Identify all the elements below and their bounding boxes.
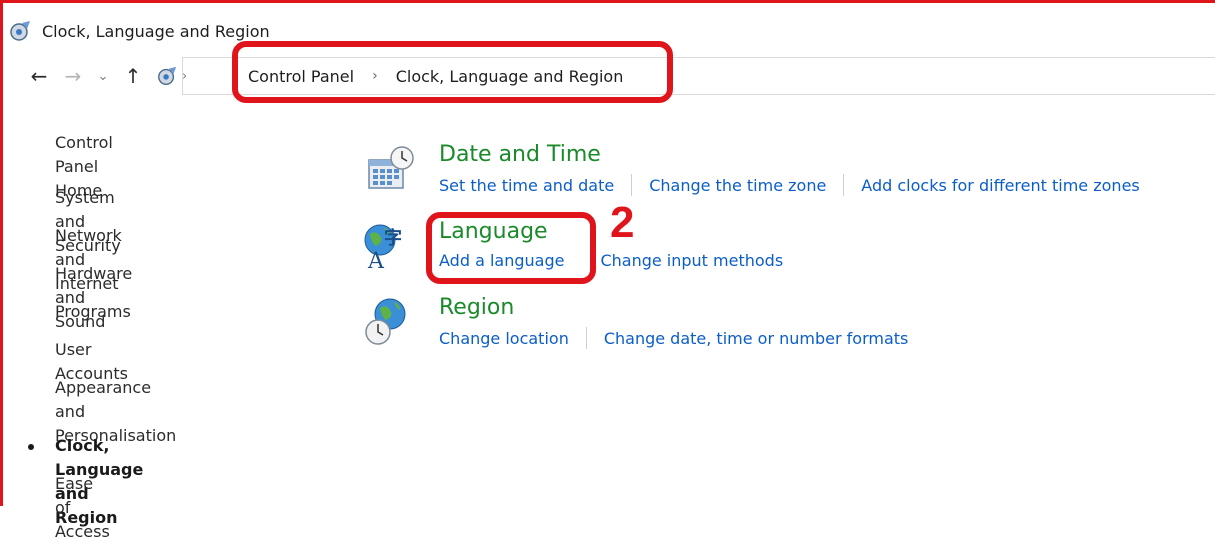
date-and-time-links: Set the time and date Change the time zo… (439, 174, 1140, 196)
up-button[interactable]: ↑ (116, 64, 150, 88)
recent-locations-button[interactable]: ⌄ (90, 69, 116, 84)
add-clocks-link[interactable]: Add clocks for different time zones (861, 176, 1139, 195)
calendar-clock-icon (368, 146, 414, 189)
title-bar: Clock, Language and Region (8, 16, 270, 46)
region-title[interactable]: Region (439, 295, 514, 320)
change-time-zone-link[interactable]: Change the time zone (649, 176, 826, 195)
address-control-panel-icon (158, 66, 177, 85)
change-formats-link[interactable]: Change date, time or number formats (604, 329, 909, 348)
link-divider (843, 174, 845, 196)
link-divider (631, 174, 633, 196)
navigation-bar: ← → ⌄ ↑ › (22, 56, 193, 96)
svg-text:字: 字 (384, 227, 402, 249)
sidebar-item-ease-of-access[interactable]: Ease of Access (55, 472, 110, 544)
globe-clock-icon (365, 298, 406, 345)
screenshot-frame-top (0, 0, 1215, 3)
change-input-methods-link[interactable]: Change input methods (600, 251, 783, 270)
set-time-date-link[interactable]: Set the time and date (439, 176, 614, 195)
sidebar-item-programs[interactable]: Programs (55, 300, 131, 324)
screenshot-frame-left (0, 0, 3, 506)
control-panel-icon (10, 21, 30, 41)
step-number: 2 (610, 198, 635, 247)
change-location-link[interactable]: Change location (439, 329, 569, 348)
svg-text:A: A (367, 249, 385, 270)
back-button[interactable]: ← (22, 64, 56, 88)
current-item-bullet (28, 444, 34, 450)
forward-button[interactable]: → (56, 64, 90, 88)
link-divider (585, 327, 587, 349)
breadcrumb-highlight-box (232, 41, 673, 103)
region-links: Change location Change date, time or num… (439, 327, 908, 349)
language-globe-icon: 字 A (364, 224, 402, 270)
path-separator-icon[interactable]: › (182, 69, 187, 84)
language-highlight-box (426, 212, 596, 284)
date-and-time-title[interactable]: Date and Time (439, 142, 601, 167)
window-title: Clock, Language and Region (42, 21, 270, 41)
